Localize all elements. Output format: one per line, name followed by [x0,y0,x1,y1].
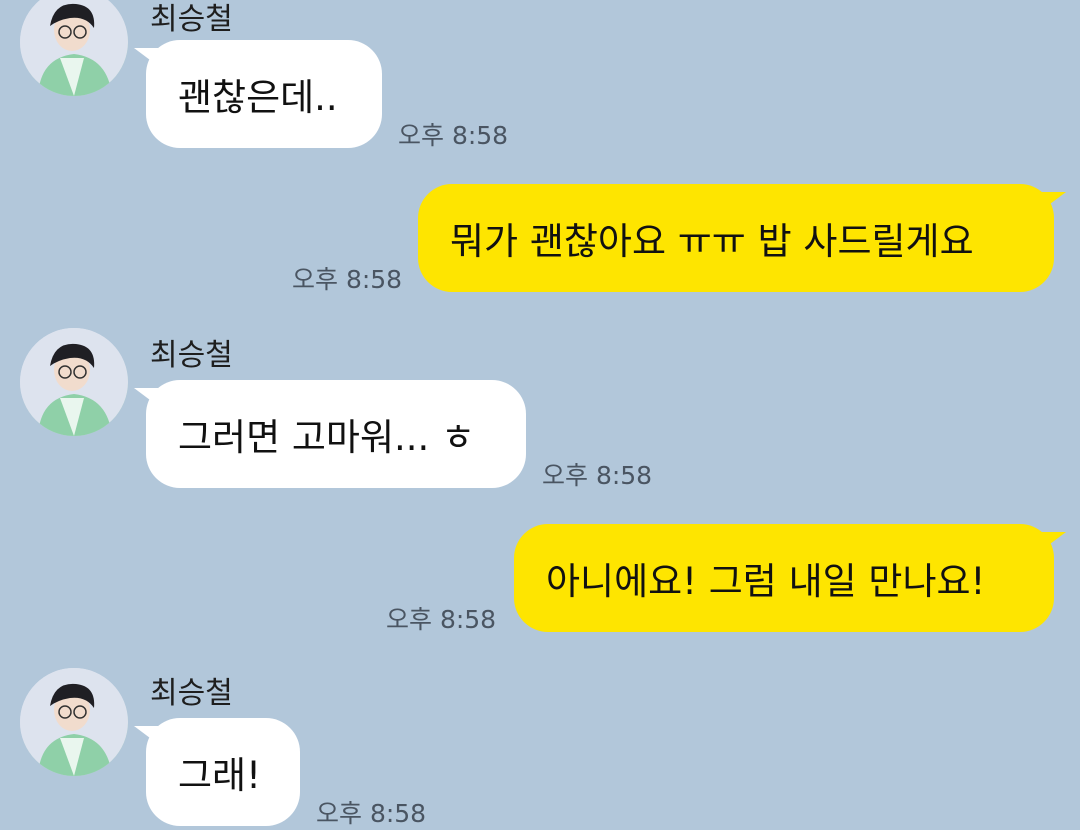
message-text: 그래! [178,754,261,797]
message-time: 오후 8:58 [398,121,509,150]
message-text: 그러면 고마워... ㅎ [178,416,476,459]
message-time: 오후 8:58 [292,265,403,294]
sender-avatar[interactable] [20,328,128,436]
message-time: 오후 8:58 [386,605,497,634]
sender-name: 최승철 [150,2,233,37]
message-time: 오후 8:58 [542,461,653,490]
message-bubble-outgoing[interactable]: 뭐가 괜찮아요 ㅠㅠ 밥 사드릴게요 [418,184,1066,292]
message-text: 괜찮은데.. [178,76,338,119]
message-text: 뭐가 괜찮아요 ㅠㅠ 밥 사드릴게요 [450,220,974,263]
profile-photo-icon [20,0,128,96]
message-bubble-incoming[interactable]: 괜찮은데.. [134,40,382,148]
sender-name: 최승철 [150,676,233,711]
sender-avatar[interactable] [20,0,128,96]
profile-photo-icon [20,328,128,436]
message-bubble-outgoing[interactable]: 아니에요! 그럼 내일 만나요! [514,524,1066,632]
message-time: 오후 8:58 [316,799,427,828]
message-bubble-incoming[interactable]: 그러면 고마워... ㅎ [134,380,526,488]
message-text: 아니에요! 그럼 내일 만나요! [546,560,986,603]
profile-photo-icon [20,668,128,776]
sender-name: 최승철 [150,338,233,373]
sender-avatar[interactable] [20,668,128,776]
